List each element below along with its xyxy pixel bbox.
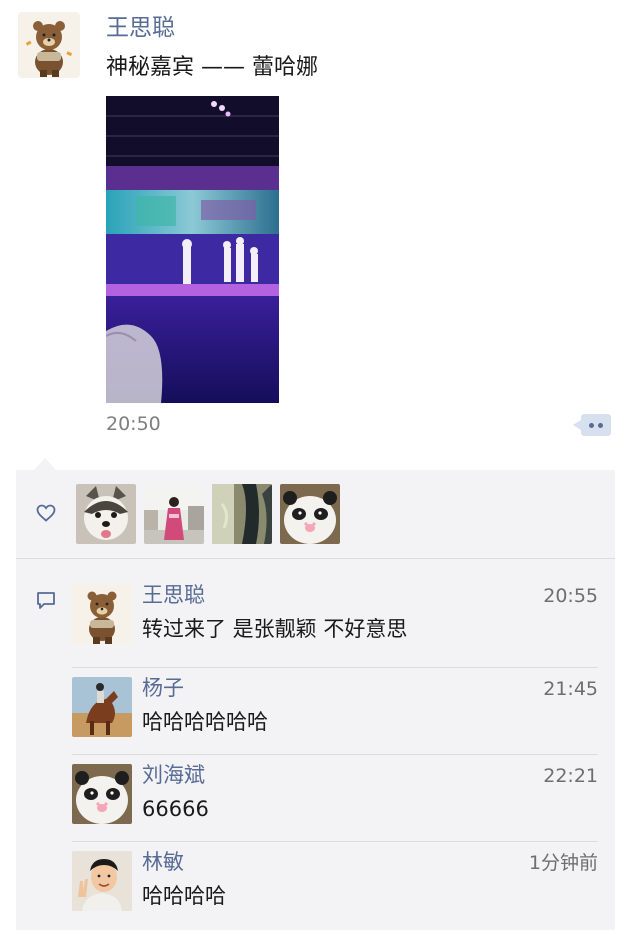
husky-dog-avatar: [76, 484, 136, 544]
comment-time: 1分钟前: [528, 852, 598, 874]
comment-time: 22:21: [543, 765, 598, 787]
like-avatar-husky[interactable]: [76, 484, 136, 544]
comment-text: 哈哈哈哈: [142, 884, 226, 908]
comment-divider: [72, 841, 598, 842]
comment-text: 66666: [142, 797, 209, 821]
dot-icon: [598, 422, 603, 428]
like-avatar-panda[interactable]: [280, 484, 340, 544]
comment-divider: [72, 667, 598, 668]
commenter-name[interactable]: 杨子: [142, 673, 184, 703]
comment-action-button[interactable]: [573, 414, 611, 436]
post-text: 神秘嘉宾 —— 蕾哈娜: [106, 55, 318, 80]
commenter-avatar[interactable]: [72, 677, 132, 737]
post-photo[interactable]: [106, 96, 279, 403]
dot-icon: [589, 422, 594, 428]
sepia-photo-avatar: [212, 484, 272, 544]
commenter-avatar[interactable]: [72, 764, 132, 824]
comment-divider: [72, 754, 598, 755]
like-avatar-girl[interactable]: [144, 484, 204, 544]
like-avatar-sepia[interactable]: [212, 484, 272, 544]
likes-row: [16, 470, 615, 558]
panel-divider: [16, 558, 615, 559]
man-peace-sign-avatar: [72, 851, 132, 911]
panda-avatar: [72, 764, 132, 824]
comment-time: 21:45: [543, 678, 598, 700]
comment-bubble-icon: [37, 592, 55, 609]
comment-time: 20:55: [543, 585, 598, 607]
panel-pointer: [34, 458, 56, 470]
commenter-name[interactable]: 刘海斌: [142, 760, 205, 790]
post-author-name[interactable]: 王思聪: [106, 12, 175, 44]
post-timestamp: 20:50: [106, 413, 161, 435]
girl-street-avatar: [144, 484, 204, 544]
commenter-name[interactable]: 林敏: [142, 847, 184, 877]
post-author-avatar[interactable]: [18, 12, 80, 78]
horse-rider-avatar: [72, 677, 132, 737]
concert-stage-photo: [106, 96, 279, 403]
commenter-name[interactable]: 王思聪: [142, 580, 205, 610]
bear-avatar-icon: [18, 12, 80, 78]
commenter-avatar[interactable]: [72, 851, 132, 911]
commenter-avatar[interactable]: [72, 584, 132, 644]
interaction-panel: 王思聪 20:55 转过来了 是张靓颖 不好意思 杨子 21:45 哈哈哈哈哈哈: [16, 470, 615, 930]
comment-text: 转过来了 是张靓颖 不好意思: [142, 617, 408, 641]
bear-avatar-icon: [72, 584, 132, 644]
comment-text: 哈哈哈哈哈哈: [142, 710, 268, 734]
heart-outline-icon: [36, 504, 56, 522]
panda-avatar: [280, 484, 340, 544]
